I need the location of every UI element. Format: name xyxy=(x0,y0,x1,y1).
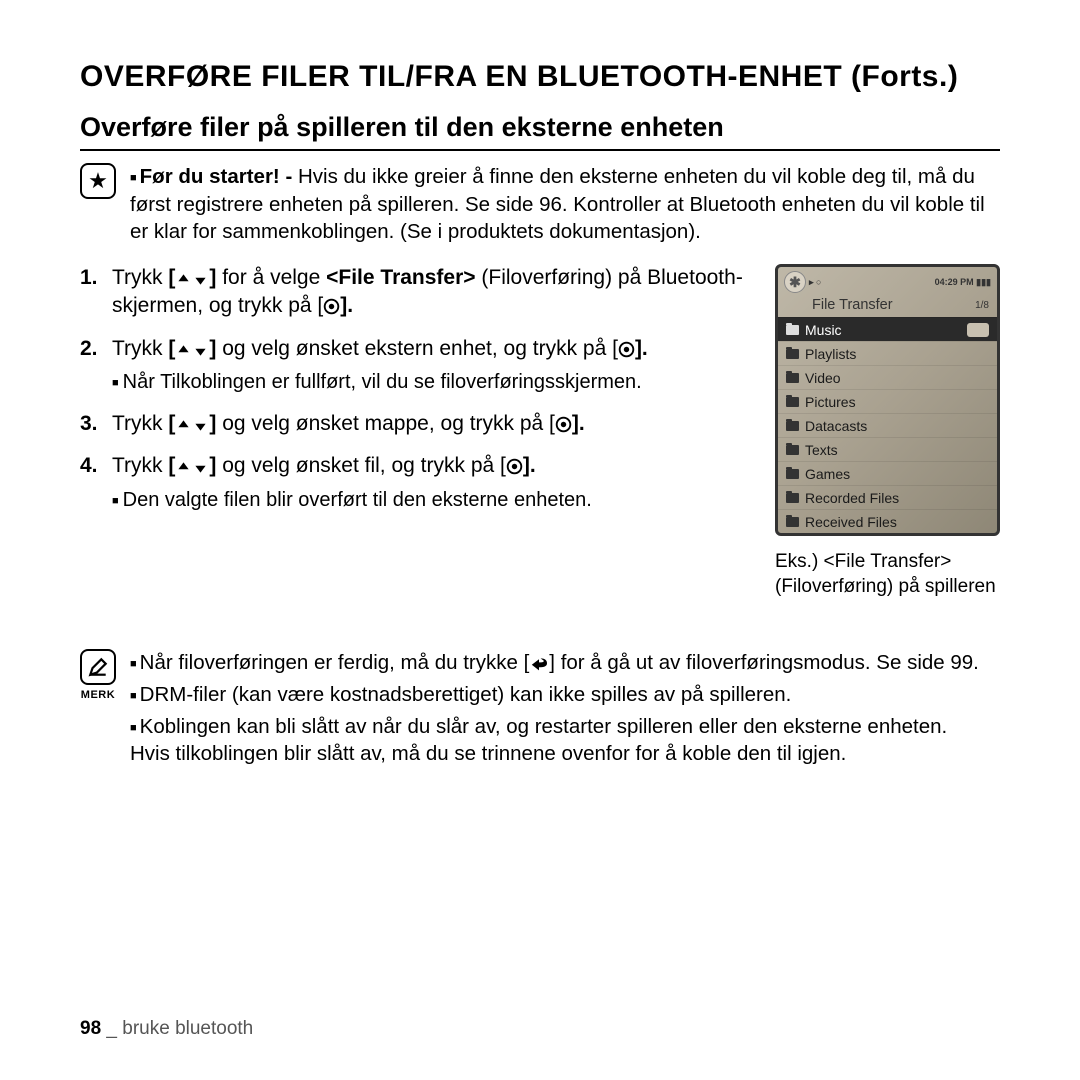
remark-note: MERK ■Når filoverføringen er ferdig, må … xyxy=(80,649,1000,772)
section-subtitle: Overføre filer på spilleren til den ekst… xyxy=(80,112,1000,151)
battery-icon: ▮▮▮ xyxy=(976,277,991,287)
folder-icon xyxy=(786,469,799,479)
list-item: Datacasts xyxy=(778,413,997,437)
list-item: Music xyxy=(778,317,997,341)
device-preview: ✱ ▸ ○ 04:29 PM ▮▮▮ File Transfer 1/8 Mus… xyxy=(775,264,1000,599)
note-label: MERK xyxy=(80,689,116,701)
steps-list: 1. Trykk [] for å velge <File Transfer> … xyxy=(80,264,745,528)
list-item: Recorded Files xyxy=(778,485,997,509)
up-down-icon xyxy=(175,342,209,359)
up-down-icon xyxy=(175,459,209,476)
star-icon: ★ xyxy=(80,163,116,199)
precheck-note: ★ ■Før du starter! - Hvis du ikke greier… xyxy=(80,163,1000,246)
note-icon xyxy=(80,649,116,685)
folder-icon xyxy=(786,349,799,359)
step-4: 4. Trykk [] og velg ønsket fil, og trykk… xyxy=(80,452,745,513)
up-down-icon xyxy=(175,417,209,434)
list-item: Pictures xyxy=(778,389,997,413)
folder-icon xyxy=(786,517,799,527)
folder-icon xyxy=(786,445,799,455)
folder-icon xyxy=(786,421,799,431)
bluetooth-icon: ✱ xyxy=(784,271,806,293)
precheck-text: ■Før du starter! - Hvis du ikke greier å… xyxy=(130,163,1000,246)
folder-icon xyxy=(786,373,799,383)
back-icon xyxy=(529,656,549,672)
list-item: Texts xyxy=(778,437,997,461)
device-page-indicator: 1/8 xyxy=(975,300,989,311)
device-screen-title: File Transfer xyxy=(812,297,893,313)
select-icon xyxy=(555,416,572,433)
folder-icon xyxy=(786,325,799,335)
list-item: Playlists xyxy=(778,341,997,365)
select-icon xyxy=(506,458,523,475)
device-status-bar: ✱ ▸ ○ 04:29 PM ▮▮▮ xyxy=(778,267,997,295)
thumbnail-icon xyxy=(967,323,989,337)
list-item: Received Files xyxy=(778,509,997,533)
list-item: Video xyxy=(778,365,997,389)
folder-icon xyxy=(786,397,799,407)
step-1: 1. Trykk [] for å velge <File Transfer> … xyxy=(80,264,745,321)
page-footer: 98 _ bruke bluetooth xyxy=(80,1018,253,1040)
select-icon xyxy=(618,341,635,358)
step-2: 2. Trykk [] og velg ønsket ekstern enhet… xyxy=(80,335,745,396)
list-item: Games xyxy=(778,461,997,485)
select-icon xyxy=(323,298,340,315)
device-caption: Eks.) <File Transfer> (Filoverføring) på… xyxy=(775,550,1000,599)
page-title: OVERFØRE FILER TIL/FRA EN BLUETOOTH-ENHE… xyxy=(80,60,1000,94)
step-3: 3. Trykk [] og velg ønsket mappe, og try… xyxy=(80,410,745,438)
folder-icon xyxy=(786,493,799,503)
up-down-icon xyxy=(175,271,209,288)
